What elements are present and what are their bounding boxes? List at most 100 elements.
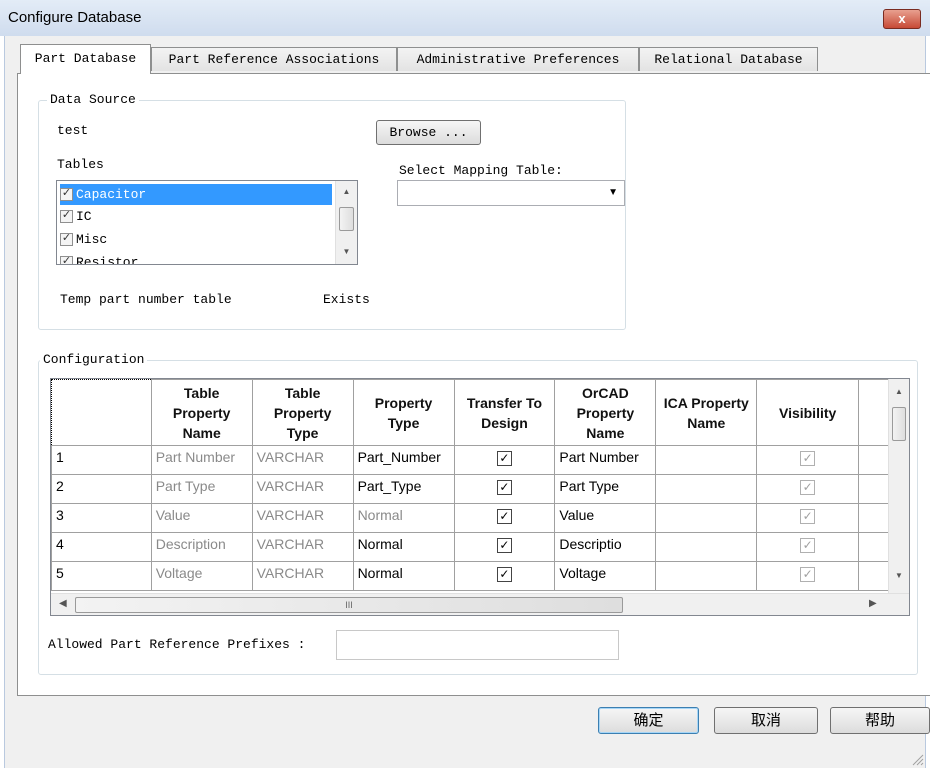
row-number[interactable]: 4 — [51, 532, 152, 562]
row-number[interactable]: 5 — [51, 561, 152, 591]
transfer-cell[interactable]: ✓ — [453, 561, 556, 591]
checkbox-icon[interactable]: ✓ — [800, 509, 816, 524]
scroll-thumb[interactable] — [339, 207, 354, 231]
column-header[interactable]: Table Property Type — [251, 379, 354, 446]
column-header[interactable]: Transfer To Design — [453, 379, 556, 446]
checkbox-icon[interactable]: ✓ — [60, 256, 73, 264]
column-header[interactable]: Property Type — [352, 379, 455, 446]
column-header[interactable]: Visibility — [756, 379, 860, 446]
visibility-cell[interactable]: ✓ — [756, 445, 860, 475]
visibility-cell[interactable]: ✓ — [756, 474, 860, 504]
table-property-type-cell[interactable]: VARCHAR — [251, 561, 354, 591]
table-row[interactable]: 2 Part Type VARCHAR Part_Type ✓ Part Typ… — [51, 474, 909, 504]
ica-property-cell[interactable] — [655, 445, 758, 475]
scroll-thumb[interactable] — [892, 407, 906, 441]
transfer-cell[interactable]: ✓ — [453, 445, 556, 475]
checkbox-icon[interactable]: ✓ — [496, 480, 512, 495]
property-grid[interactable]: Table Property Name Table Property Type … — [50, 378, 910, 616]
table-row[interactable]: 4 Description VARCHAR Normal ✓ Descripti… — [51, 532, 909, 562]
table-property-type-cell[interactable]: VARCHAR — [251, 474, 354, 504]
checkbox-icon[interactable]: ✓ — [60, 210, 73, 224]
checkbox-icon[interactable]: ✓ — [496, 509, 512, 524]
table-property-type-cell[interactable]: VARCHAR — [251, 503, 354, 533]
scroll-thumb[interactable]: III — [75, 597, 623, 613]
close-button[interactable]: x — [883, 9, 921, 29]
checkbox-icon[interactable]: ✓ — [60, 188, 73, 202]
transfer-cell[interactable]: ✓ — [453, 474, 556, 504]
column-header[interactable]: ICA Property Name — [655, 379, 758, 446]
mapping-table-select[interactable]: ▼ — [397, 180, 625, 206]
temp-table-label: Temp part number table — [60, 292, 232, 307]
transfer-cell[interactable]: ✓ — [453, 532, 556, 562]
property-type-cell[interactable]: Normal — [352, 503, 455, 533]
table-property-type-cell[interactable]: VARCHAR — [251, 532, 354, 562]
orcad-property-cell[interactable]: Part Type — [554, 474, 657, 504]
orcad-property-cell[interactable]: Part Number — [554, 445, 657, 475]
prefixes-input[interactable] — [336, 630, 619, 660]
tab-administrative-preferences[interactable]: Administrative Preferences — [397, 47, 639, 71]
list-item[interactable]: ✓ Resistor — [60, 252, 332, 264]
tab-relational-database[interactable]: Relational Database — [639, 47, 818, 71]
ica-property-cell[interactable] — [655, 532, 758, 562]
browse-button[interactable]: Browse ... — [376, 120, 481, 145]
list-item[interactable]: ✓ Capacitor — [60, 184, 332, 205]
checkbox-icon[interactable]: ✓ — [496, 451, 512, 466]
row-number[interactable]: 3 — [51, 503, 152, 533]
transfer-cell[interactable]: ✓ — [453, 503, 556, 533]
tab-part-reference-associations[interactable]: Part Reference Associations — [151, 47, 397, 71]
grid-horizontal-scrollbar[interactable]: ◀ III ▶ — [51, 593, 909, 615]
list-item[interactable]: ✓ IC — [60, 206, 332, 227]
scroll-up-icon[interactable]: ▲ — [889, 387, 909, 396]
ica-property-cell[interactable] — [655, 474, 758, 504]
help-button[interactable]: 帮助 — [830, 707, 930, 734]
table-row[interactable]: 5 Voltage VARCHAR Normal ✓ Voltage ✓ — [51, 561, 909, 591]
tables-scrollbar[interactable]: ▲ ▼ — [335, 181, 357, 264]
table-row[interactable]: 1 Part Number VARCHAR Part_Number ✓ Part… — [51, 445, 909, 475]
checkbox-icon[interactable]: ✓ — [60, 233, 73, 247]
checkbox-icon[interactable]: ✓ — [496, 538, 512, 553]
ok-button[interactable]: 确定 — [598, 707, 699, 734]
checkbox-icon[interactable]: ✓ — [800, 480, 816, 495]
property-type-cell[interactable]: Normal — [352, 532, 455, 562]
resize-grip-icon[interactable] — [910, 752, 924, 766]
cancel-button[interactable]: 取消 — [714, 707, 818, 734]
visibility-cell[interactable]: ✓ — [756, 561, 860, 591]
table-property-name-cell[interactable]: Description — [150, 532, 253, 562]
orcad-property-cell[interactable]: Descriptio — [554, 532, 657, 562]
column-header[interactable]: OrCAD Property Name — [554, 379, 657, 446]
table-property-type-cell[interactable]: VARCHAR — [251, 445, 354, 475]
property-type-cell[interactable]: Part_Number — [352, 445, 455, 475]
orcad-property-cell[interactable]: Voltage — [554, 561, 657, 591]
table-property-name-cell[interactable]: Part Type — [150, 474, 253, 504]
scroll-down-icon[interactable]: ▼ — [889, 571, 909, 580]
grid-vertical-scrollbar[interactable]: ▲ ▼ — [888, 379, 909, 593]
checkbox-icon[interactable]: ✓ — [496, 567, 512, 582]
tab-part-database[interactable]: Part Database — [20, 44, 151, 74]
scroll-left-icon[interactable]: ◀ — [59, 598, 67, 609]
checkbox-icon[interactable]: ✓ — [800, 451, 816, 466]
scroll-right-icon[interactable]: ▶ — [869, 598, 877, 609]
row-number[interactable]: 2 — [51, 474, 152, 504]
table-property-name-cell[interactable]: Value — [150, 503, 253, 533]
scroll-down-icon[interactable]: ▼ — [336, 247, 357, 256]
ica-property-cell[interactable] — [655, 503, 758, 533]
table-property-name-cell[interactable]: Part Number — [150, 445, 253, 475]
scroll-up-icon[interactable]: ▲ — [336, 187, 357, 196]
orcad-property-cell[interactable]: Value — [554, 503, 657, 533]
chevron-down-icon[interactable]: ▼ — [608, 187, 618, 198]
checkbox-icon[interactable]: ✓ — [800, 567, 816, 582]
source-name: test — [57, 123, 89, 138]
tables-label: Tables — [57, 157, 104, 172]
column-header[interactable]: Table Property Name — [150, 379, 253, 446]
visibility-cell[interactable]: ✓ — [756, 503, 860, 533]
list-item[interactable]: ✓ Misc — [60, 229, 332, 250]
visibility-cell[interactable]: ✓ — [756, 532, 860, 562]
tables-listbox[interactable]: ✓ Capacitor ✓ IC ✓ Misc ✓ Resistor ▲ ▼ — [56, 180, 358, 265]
row-number[interactable]: 1 — [51, 445, 152, 475]
property-type-cell[interactable]: Part_Type — [352, 474, 455, 504]
table-property-name-cell[interactable]: Voltage — [150, 561, 253, 591]
table-row[interactable]: 3 Value VARCHAR Normal ✓ Value ✓ — [51, 503, 909, 533]
property-type-cell[interactable]: Normal — [352, 561, 455, 591]
ica-property-cell[interactable] — [655, 561, 758, 591]
checkbox-icon[interactable]: ✓ — [800, 538, 816, 553]
